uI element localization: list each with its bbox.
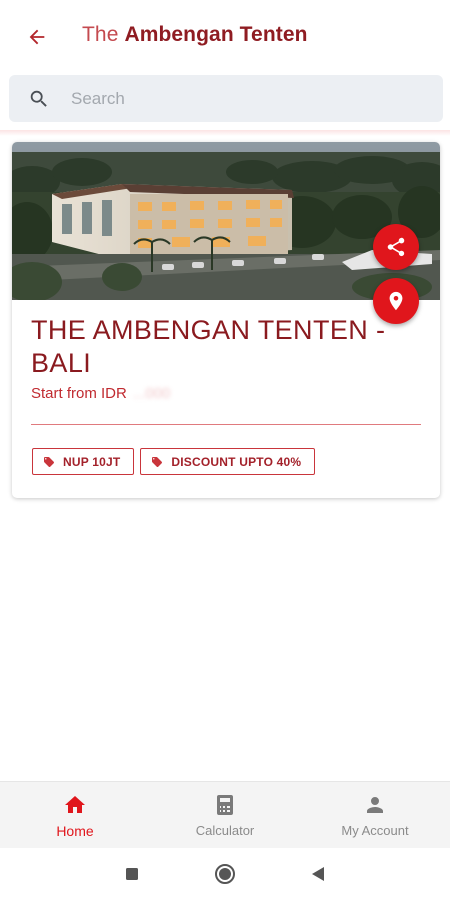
nav-my-account-label: My Account bbox=[341, 823, 409, 838]
location-pin-icon bbox=[389, 291, 403, 311]
share-button[interactable] bbox=[373, 224, 419, 270]
circle-icon bbox=[215, 864, 235, 884]
square-icon bbox=[126, 868, 138, 880]
calculator-icon bbox=[217, 795, 233, 815]
tag-nup[interactable]: NUP 10JT bbox=[32, 448, 135, 475]
search-icon bbox=[30, 90, 47, 107]
app-bar: The Ambengan Tenten bbox=[0, 6, 450, 66]
bottom-navigation: Home Calculator My Account bbox=[0, 781, 450, 848]
card-divider bbox=[31, 424, 421, 425]
recents-button[interactable] bbox=[120, 862, 144, 886]
tag-list: NUP 10JT DISCOUNT UPTO 40% bbox=[32, 448, 316, 475]
listing-image bbox=[12, 142, 440, 300]
price-label: Start from IDR bbox=[31, 385, 127, 402]
listing-title: THE AMBENGAN TENTEN - BALI bbox=[31, 315, 386, 378]
tag-icon bbox=[152, 456, 163, 467]
nav-home-label: Home bbox=[56, 823, 94, 839]
header-divider bbox=[0, 130, 450, 136]
system-navigation-bar bbox=[0, 848, 450, 900]
arrow-left-icon bbox=[29, 29, 45, 45]
page-title: The Ambengan Tenten bbox=[82, 23, 308, 47]
back-system-button[interactable] bbox=[306, 862, 330, 886]
nav-calculator-label: Calculator bbox=[195, 823, 255, 838]
back-button[interactable] bbox=[22, 22, 52, 52]
listing-card[interactable]: THE AMBENGAN TENTEN - BALI Start from ID… bbox=[12, 142, 440, 498]
page-title-prefix: The bbox=[82, 23, 119, 46]
nav-home[interactable]: Home bbox=[0, 782, 150, 848]
tag-icon bbox=[44, 456, 55, 467]
building-render-image bbox=[12, 142, 440, 300]
nav-my-account[interactable]: My Account bbox=[300, 782, 450, 848]
tag-discount[interactable]: DISCOUNT UPTO 40% bbox=[140, 448, 316, 475]
nav-calculator[interactable]: Calculator bbox=[150, 782, 300, 848]
listing-price: Start from IDR ...000 bbox=[31, 385, 170, 402]
home-system-button[interactable] bbox=[213, 862, 237, 886]
tag-label: NUP 10JT bbox=[63, 454, 121, 469]
person-icon bbox=[367, 797, 383, 813]
search-bar[interactable] bbox=[9, 75, 443, 122]
share-icon bbox=[387, 237, 405, 257]
tag-label: DISCOUNT UPTO 40% bbox=[171, 454, 302, 469]
triangle-back-icon bbox=[312, 867, 324, 881]
page-title-main: Ambengan Tenten bbox=[124, 23, 308, 46]
price-value-hidden: ...000 bbox=[132, 385, 171, 402]
search-input[interactable] bbox=[71, 75, 431, 122]
home-icon bbox=[65, 796, 85, 813]
